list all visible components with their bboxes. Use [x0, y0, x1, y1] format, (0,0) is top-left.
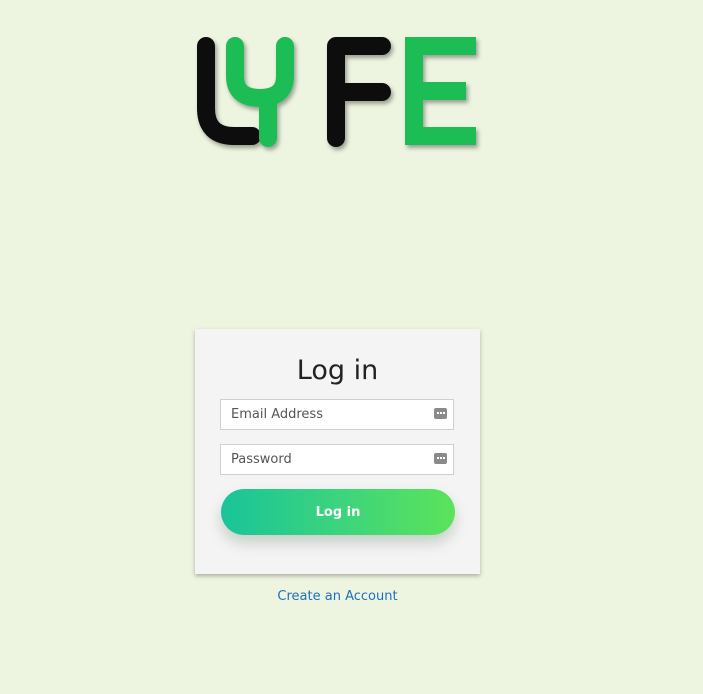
password-input[interactable]: [221, 445, 453, 474]
lyfe-logo: [196, 37, 486, 150]
login-title: Log in: [296, 355, 379, 386]
login-page: Log in Log in Create an Account: [0, 0, 703, 694]
email-field[interactable]: [220, 399, 454, 430]
password-field[interactable]: [220, 444, 454, 475]
lyfe-logo-graphic: [197, 37, 476, 147]
login-button[interactable]: Log in: [221, 489, 455, 535]
email-input[interactable]: [221, 400, 453, 429]
password-manager-key-icon[interactable]: [434, 453, 447, 464]
login-card: Log in Log in: [195, 329, 480, 574]
password-manager-key-icon[interactable]: [434, 408, 447, 419]
create-account-link[interactable]: Create an Account: [195, 588, 480, 605]
